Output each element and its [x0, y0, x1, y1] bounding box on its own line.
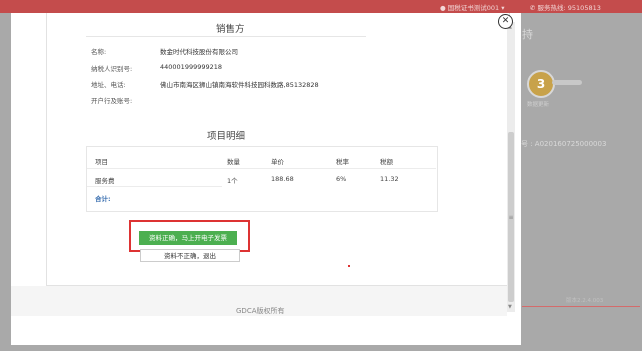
user-account-link[interactable]: ● 国税证书测试001 ▾: [440, 2, 505, 12]
order-number: 号 : A020160725000003: [521, 140, 607, 148]
copyright-text: GDCA版权所有: [236, 307, 285, 315]
page-title-fragment: 持: [522, 28, 533, 41]
table-cell-tax-amount: 11.32: [380, 175, 399, 183]
table-cell-unit-price: 188.68: [271, 175, 294, 183]
reject-exit-button[interactable]: 资料不正确，退出: [140, 249, 240, 262]
seller-name-label: 名称:: [91, 48, 107, 56]
top-bar: ● 国税证书测试001 ▾ ✆ 服务热线: 95105813: [0, 0, 642, 13]
scroll-down-arrow-icon[interactable]: ▼: [508, 304, 512, 310]
table-cell-quantity: 1个: [227, 177, 238, 185]
column-header-item: 项目: [95, 158, 108, 166]
step-progress-line: [552, 80, 582, 85]
seller-title-divider: [86, 36, 366, 37]
table-cell-item: 服务费: [95, 177, 115, 185]
seller-taxid-value: 440001999999218: [160, 63, 223, 71]
seller-name-value: 数金时代科技股份有限公司: [160, 48, 238, 56]
divider: [522, 306, 640, 307]
seller-bank-label: 开户行及账号:: [91, 97, 133, 105]
hotline-text: ✆ 服务热线: 95105813: [530, 4, 601, 12]
seller-section-title: 销售方: [216, 24, 245, 35]
table-cell-tax-rate: 6%: [336, 175, 347, 183]
table-row-divider: [87, 186, 222, 187]
scroll-grip-icon: ≡: [508, 214, 514, 221]
items-section-title: 项目明细: [207, 131, 246, 142]
confirm-issue-invoice-button[interactable]: 资料正确，马上开电子发票: [139, 231, 237, 245]
column-header-tax-amount: 税额: [380, 158, 393, 166]
seller-address-value: 佛山市南海区狮山镇南海软件科技园科数路,85132828: [160, 81, 319, 89]
step-label: 数据更新: [527, 102, 550, 108]
cursor-marker: [348, 265, 350, 267]
column-header-tax-rate: 税率: [336, 158, 349, 166]
close-icon[interactable]: ✕: [498, 14, 513, 29]
column-header-quantity: 数量: [227, 158, 240, 166]
seller-taxid-label: 纳税人识别号:: [91, 65, 133, 73]
table-header-divider: [87, 168, 436, 169]
table-total-label: 合计:: [95, 195, 111, 203]
version-text: 版本2.2.4.003: [566, 298, 604, 304]
seller-address-label: 地址、电话:: [91, 81, 126, 89]
user-name: 国税证书测试001: [447, 4, 500, 12]
column-header-unit-price: 单价: [271, 158, 284, 166]
step-indicator: 3: [527, 70, 555, 98]
hotline-number: 服务热线: 95105813: [537, 4, 601, 12]
